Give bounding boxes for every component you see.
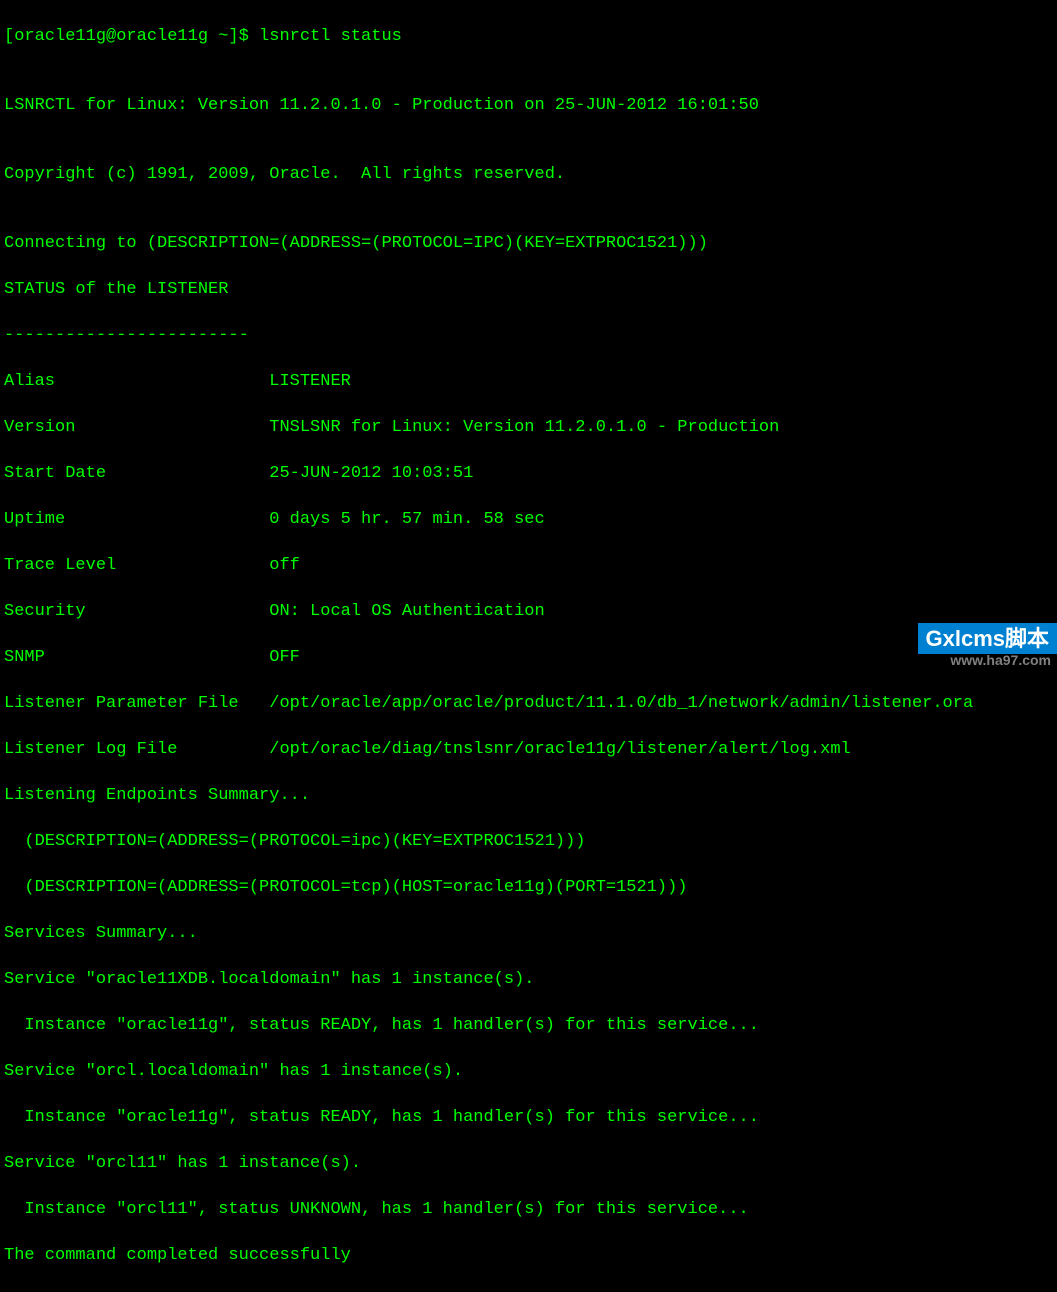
service-line: Service "orcl11" has 1 instance(s). <box>4 1152 1053 1175</box>
version-line: Version TNSLSNR for Linux: Version 11.2.… <box>4 416 1053 439</box>
instance-line: Instance "orcl11", status UNKNOWN, has 1… <box>4 1198 1053 1221</box>
snmp-line: SNMP OFF <box>4 646 1053 669</box>
parameter-file-line: Listener Parameter File /opt/oracle/app/… <box>4 692 1053 715</box>
divider-line: ------------------------ <box>4 324 1053 347</box>
endpoint-line: (DESCRIPTION=(ADDRESS=(PROTOCOL=ipc)(KEY… <box>4 830 1053 853</box>
endpoints-header: Listening Endpoints Summary... <box>4 784 1053 807</box>
start-date-line: Start Date 25-JUN-2012 10:03:51 <box>4 462 1053 485</box>
completed-line: The command completed successfully <box>4 1244 1053 1267</box>
instance-line: Instance "oracle11g", status READY, has … <box>4 1106 1053 1129</box>
trace-level-line: Trace Level off <box>4 554 1053 577</box>
log-file-line: Listener Log File /opt/oracle/diag/tnsls… <box>4 738 1053 761</box>
status-header: STATUS of the LISTENER <box>4 278 1053 301</box>
service-line: Service "orcl.localdomain" has 1 instanc… <box>4 1060 1053 1083</box>
shell-prompt-line: [oracle11g@oracle11g ~]$ lsnrctl status <box>4 25 1053 48</box>
copyright-line: Copyright (c) 1991, 2009, Oracle. All ri… <box>4 163 1053 186</box>
connecting-line: Connecting to (DESCRIPTION=(ADDRESS=(PRO… <box>4 232 1053 255</box>
alias-line: Alias LISTENER <box>4 370 1053 393</box>
uptime-line: Uptime 0 days 5 hr. 57 min. 58 sec <box>4 508 1053 531</box>
security-line: Security ON: Local OS Authentication <box>4 600 1053 623</box>
instance-line: Instance "oracle11g", status READY, has … <box>4 1014 1053 1037</box>
lsnrctl-header: LSNRCTL for Linux: Version 11.2.0.1.0 - … <box>4 94 1053 117</box>
watermark-logo: Gxlcms脚本 <box>918 623 1057 654</box>
services-header: Services Summary... <box>4 922 1053 945</box>
endpoint-line: (DESCRIPTION=(ADDRESS=(PROTOCOL=tcp)(HOS… <box>4 876 1053 899</box>
service-line: Service "oracle11XDB.localdomain" has 1 … <box>4 968 1053 991</box>
terminal-output: [oracle11g@oracle11g ~]$ lsnrctl status … <box>0 0 1057 1292</box>
